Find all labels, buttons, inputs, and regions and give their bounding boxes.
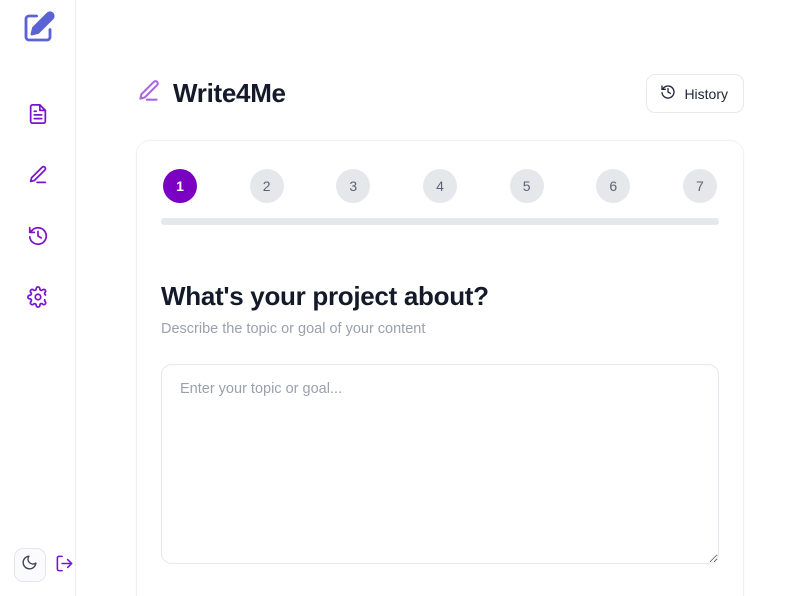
topic-input[interactable] xyxy=(161,364,719,564)
step-3[interactable]: 3 xyxy=(336,169,371,203)
step-2[interactable]: 2 xyxy=(249,169,284,203)
history-button-label: History xyxy=(684,85,728,102)
pencil-icon xyxy=(136,78,162,109)
gear-icon xyxy=(26,285,49,313)
page-header: Write4Me History xyxy=(136,74,744,113)
step-5[interactable]: 5 xyxy=(509,169,544,203)
question-subtitle: Describe the topic or goal of your conte… xyxy=(161,321,426,337)
document-icon xyxy=(27,103,49,130)
question-title: What's your project about? xyxy=(161,281,489,311)
logout-button[interactable] xyxy=(54,552,76,578)
page-title: Write4Me xyxy=(173,78,286,108)
wizard-card: 1 2 3 4 5 6 7 What's your project about?… xyxy=(136,140,744,596)
step-6[interactable]: 6 xyxy=(596,169,631,203)
progress-bar xyxy=(161,218,719,225)
app-logo-button[interactable] xyxy=(14,6,62,54)
clock-rewind-icon xyxy=(660,84,676,103)
question-block: What's your project about? Describe the … xyxy=(161,281,719,569)
step-4[interactable]: 4 xyxy=(422,169,457,203)
sidebar-item-history[interactable] xyxy=(20,220,56,256)
brand: Write4Me xyxy=(136,78,286,109)
logout-icon xyxy=(55,554,74,576)
clock-rewind-icon xyxy=(27,225,49,252)
edit-square-icon xyxy=(20,10,56,51)
sidebar-item-documents[interactable] xyxy=(20,98,56,134)
history-button[interactable]: History xyxy=(646,74,744,113)
sidebar-bottom-actions xyxy=(0,548,76,582)
theme-toggle-button[interactable] xyxy=(14,548,46,582)
sidebar-nav xyxy=(20,98,56,317)
sidebar-item-settings[interactable] xyxy=(20,281,56,317)
step-1[interactable]: 1 xyxy=(163,169,197,203)
sidebar xyxy=(0,0,76,596)
main-content: Write4Me History 1 2 3 4 5 6 7 What's yo… xyxy=(76,0,799,596)
moon-icon xyxy=(21,554,38,576)
step-7[interactable]: 7 xyxy=(682,169,717,203)
pencil-icon xyxy=(27,164,49,191)
sidebar-item-write[interactable] xyxy=(20,159,56,195)
step-indicator: 1 2 3 4 5 6 7 xyxy=(161,169,719,203)
